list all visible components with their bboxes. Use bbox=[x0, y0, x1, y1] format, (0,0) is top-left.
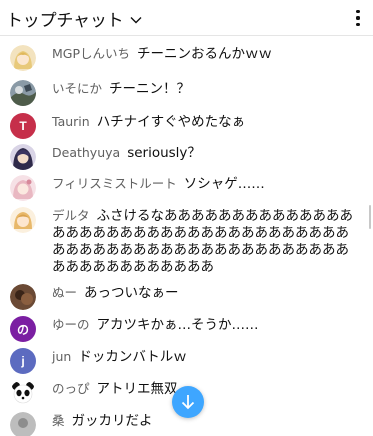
chat-message: の ゆーの アカツキかぁ…そうか…… bbox=[10, 316, 357, 342]
avatar bbox=[10, 207, 36, 233]
avatar bbox=[10, 380, 36, 406]
chat-mode-selector[interactable]: トップチャット bbox=[6, 6, 143, 31]
author-name: MGPしんいち bbox=[52, 46, 131, 61]
chat-message: ぬー あっついなぁー bbox=[10, 284, 357, 310]
author-name: Deathyuya bbox=[52, 145, 121, 160]
avatar bbox=[10, 144, 36, 170]
message-text: アカツキかぁ…そうか…… bbox=[96, 317, 259, 333]
avatar bbox=[10, 80, 36, 106]
message-text: アトリエ無双 bbox=[96, 381, 178, 397]
chat-message: j jun ドッカンバトルｗ bbox=[10, 348, 357, 374]
avatar: の bbox=[10, 316, 36, 342]
arrow-down-icon bbox=[181, 395, 195, 410]
author-name: デルタ bbox=[52, 208, 90, 223]
chat-message: T Taurin ハチナイすぐやめたなぁ bbox=[10, 113, 357, 139]
chat-feed[interactable]: MGPしんいち チーニンおるんかｗｗ いそにか チーニン！？ T Taurin ハチナ… bbox=[0, 37, 373, 436]
message-text: チーニン！？ bbox=[109, 81, 191, 97]
message-text: あっついなぁー bbox=[84, 285, 179, 301]
chat-header: トップチャット bbox=[0, 0, 373, 36]
author-name: いそにか bbox=[52, 81, 103, 96]
chat-message: Deathyuya seriously？ bbox=[10, 144, 357, 170]
author-name: フィリスミストルート bbox=[52, 176, 177, 191]
more-vert-icon[interactable] bbox=[351, 7, 365, 29]
message-text: seriously？ bbox=[127, 145, 201, 161]
author-name: のっぴ bbox=[52, 381, 90, 396]
chat-message: デルタ ふさけるなああああああああああああああああああああああああああああああああ… bbox=[10, 207, 357, 276]
avatar: j bbox=[10, 348, 36, 374]
author-name: ゆーの bbox=[52, 317, 90, 332]
avatar: T bbox=[10, 113, 36, 139]
message-text: ドッカンバトルｗ bbox=[78, 349, 187, 365]
author-name: ぬー bbox=[52, 285, 78, 300]
author-name: 桑 bbox=[52, 413, 65, 428]
message-text: チーニンおるんかｗｗ bbox=[137, 46, 273, 62]
header-title: トップチャット bbox=[6, 11, 124, 31]
avatar bbox=[10, 175, 36, 201]
chat-message: いそにか チーニン！？ bbox=[10, 80, 357, 106]
author-name: Taurin bbox=[52, 114, 90, 129]
message-text: ガッカリだよ bbox=[71, 413, 153, 429]
chat-message: MGPしんいち チーニンおるんかｗｗ bbox=[10, 45, 357, 71]
avatar bbox=[10, 284, 36, 310]
scrollbar-thumb[interactable] bbox=[369, 205, 371, 229]
avatar bbox=[10, 412, 36, 436]
chevron-down-icon bbox=[129, 12, 143, 26]
message-text: ソシャゲ…… bbox=[183, 176, 265, 192]
author-name: jun bbox=[52, 349, 72, 364]
message-text: ふさけるなあああああああああああああああああああああああああああああああああああ… bbox=[52, 208, 354, 275]
scroll-to-bottom-button[interactable] bbox=[172, 386, 204, 418]
chat-message: フィリスミストルート ソシャゲ…… bbox=[10, 175, 357, 201]
message-text: ハチナイすぐやめたなぁ bbox=[96, 114, 246, 130]
avatar bbox=[10, 45, 36, 71]
